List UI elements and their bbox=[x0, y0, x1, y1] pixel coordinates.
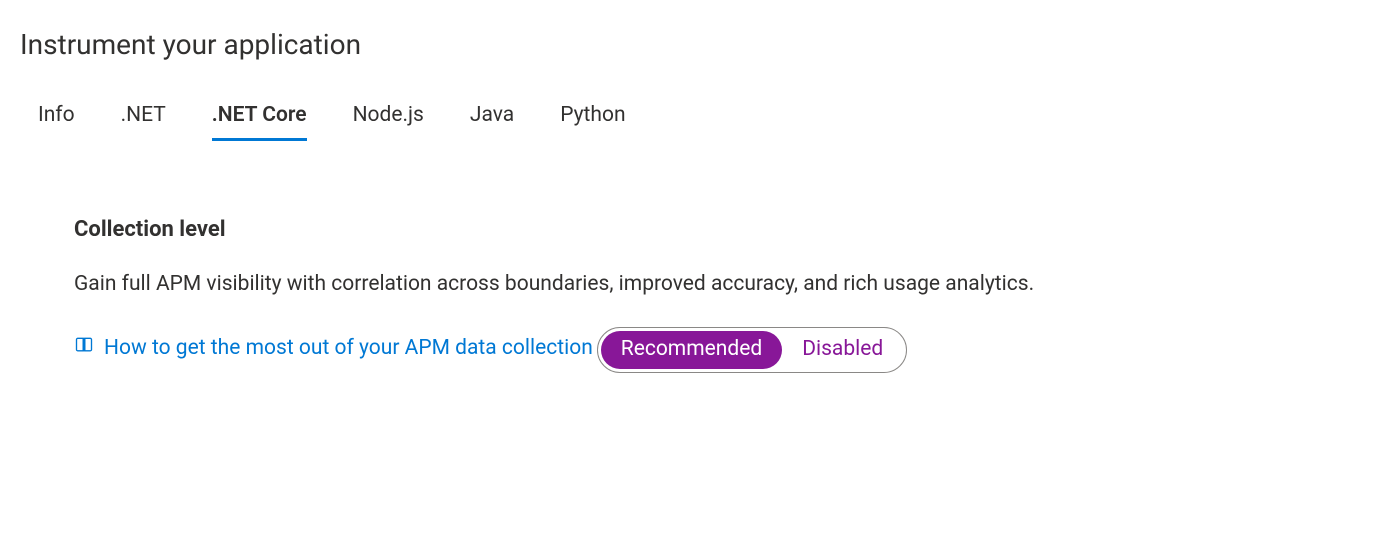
doc-link[interactable]: How to get the most out of your APM data… bbox=[74, 335, 593, 361]
tab-dotnet[interactable]: .NET bbox=[121, 97, 166, 141]
tab-info[interactable]: Info bbox=[38, 97, 75, 141]
book-icon bbox=[74, 335, 94, 361]
toggle-option-recommended[interactable]: Recommended bbox=[601, 331, 782, 368]
section-description: Gain full APM visibility with correlatio… bbox=[74, 270, 1340, 299]
tab-dotnet-core[interactable]: .NET Core bbox=[212, 97, 307, 141]
tablist: Info .NET .NET Core Node.js Java Python bbox=[20, 97, 1374, 141]
section-heading: Collection level bbox=[74, 217, 1340, 242]
doc-link-label: How to get the most out of your APM data… bbox=[104, 336, 593, 360]
collection-level-section: Collection level Gain full APM visibilit… bbox=[20, 217, 1340, 405]
toggle-option-disabled[interactable]: Disabled bbox=[782, 331, 903, 368]
tab-java[interactable]: Java bbox=[470, 97, 514, 141]
page-title: Instrument your application bbox=[20, 28, 1374, 61]
tab-nodejs[interactable]: Node.js bbox=[353, 97, 424, 141]
collection-level-toggle: Recommended Disabled bbox=[597, 327, 907, 372]
tab-python[interactable]: Python bbox=[560, 97, 625, 141]
